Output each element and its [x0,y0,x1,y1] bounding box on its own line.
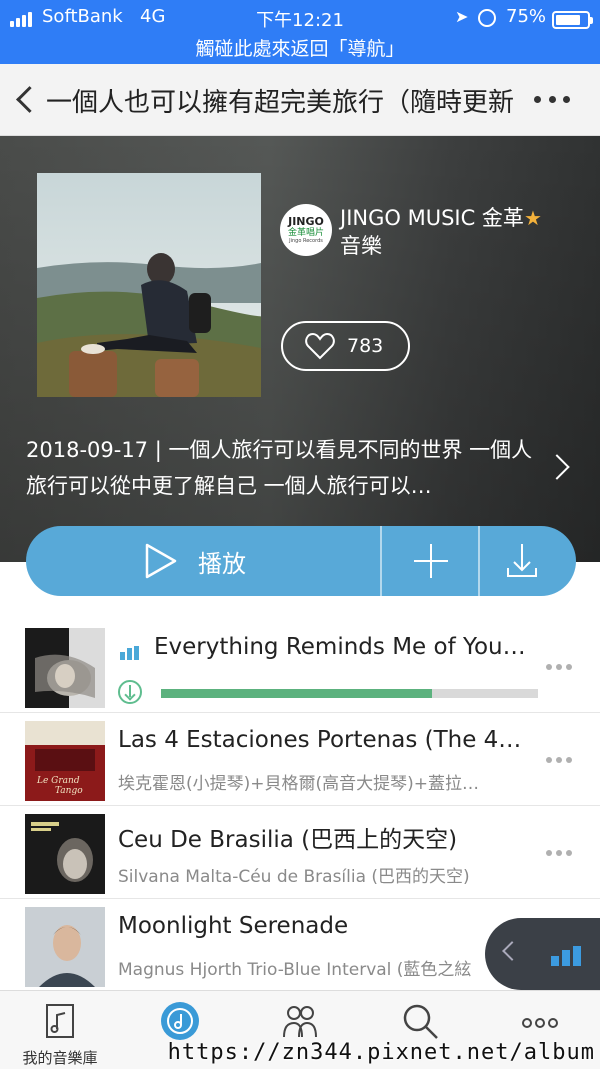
album-description[interactable]: 2018-09-17 | 一個人旅行可以看見不同的世界 一個人旅行可以從中更了解… [26,432,536,504]
play-label: 播放 [198,549,246,578]
song-thumbnail: Le Grand Tango [25,721,105,801]
artist-name[interactable]: JINGO MUSIC 金革★ 音樂 [340,204,580,260]
alarm-icon [478,9,496,27]
song-artist: 埃克霍恩(小提琴)+貝格爾(高音大提琴)+蓋拉… [118,774,480,794]
svg-text:Le Grand: Le Grand [36,776,80,786]
album-cover [37,173,261,397]
heart-icon [305,332,335,360]
tab-my-library[interactable]: 我的音樂庫 [0,991,120,1069]
chevron-right-icon[interactable] [548,454,572,478]
page-title: 一個人也可以擁有超完美旅行（隨時更新 [46,88,515,118]
add-to-playlist-button[interactable] [382,526,478,596]
discover-icon [161,1002,199,1040]
now-playing-equalizer-icon [551,946,581,966]
album-header: JINGO 金革唱片 Jingo Records JINGO MUSIC 金革★… [0,136,600,562]
song-title: Las 4 Estaciones Portenas (The 4… [118,727,522,753]
song-title: Ceu De Brasilia (巴西上的天空) [118,827,458,853]
song-title: Moonlight Serenade [118,913,349,939]
svg-text:Tango: Tango [55,786,83,796]
download-button[interactable] [480,526,576,596]
battery-icon [552,11,593,29]
status-bar: SoftBank 4G 下午12:21 ➤ 75% 觸碰此處來返回「導航」 [0,0,600,64]
song-row[interactable]: Ceu De Brasilia (巴西上的天空) Silvana Malta-C… [0,806,600,899]
friends-icon [283,1006,317,1038]
return-to-navigation-banner[interactable]: 觸碰此處來返回「導航」 [0,34,600,61]
downloading-icon [118,680,142,704]
search-icon [403,1004,438,1039]
download-progress-fill [161,689,433,698]
more-icon [522,1018,558,1028]
back-chevron-icon[interactable] [10,80,44,120]
song-more-icon[interactable] [546,664,572,672]
song-thumbnail [25,628,105,708]
play-button[interactable]: 播放 [26,526,380,596]
song-title: Everything Reminds Me of You… [154,634,526,660]
song-more-icon[interactable] [546,850,572,858]
navigation-bar: 一個人也可以擁有超完美旅行（隨時更新 [0,64,600,136]
play-icon [145,543,177,579]
verified-star-icon: ★ [523,206,542,230]
more-options-icon[interactable] [534,84,570,114]
location-arrow-icon: ➤ [455,7,469,26]
now-playing-equalizer-icon [120,646,142,660]
artist-logo[interactable]: JINGO 金革唱片 Jingo Records [280,204,332,256]
song-row[interactable]: Everything Reminds Me of You… [0,620,600,713]
tab-label: 我的音樂庫 [22,1049,98,1067]
chevron-left-icon [502,941,522,961]
like-count: 783 [347,335,384,357]
song-thumbnail [25,907,105,987]
song-artist: Magnus Hjorth Trio-Blue Interval (藍色之絃 [118,960,472,980]
download-progress-bar [161,689,538,698]
song-thumbnail [25,814,105,894]
like-button[interactable]: 783 [281,321,410,371]
play-action-bar: 播放 [26,526,576,596]
watermark: https://zn344.pixnet.net/album [167,1040,595,1065]
song-row[interactable]: Le Grand Tango Las 4 Estaciones Portenas… [0,713,600,806]
music-library-icon [46,1004,74,1038]
song-more-icon[interactable] [546,757,572,765]
mini-player-handle[interactable] [485,918,600,990]
battery-percent: 75% [506,6,547,27]
song-artist: Silvana Malta-Céu de Brasília (巴西的天空) [118,867,470,887]
download-icon [507,544,537,577]
